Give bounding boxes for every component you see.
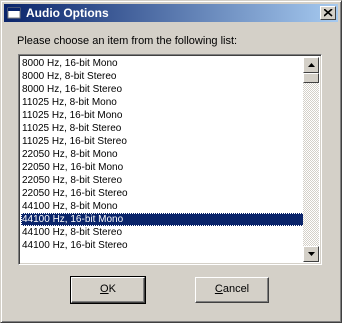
ok-button[interactable]: OK (70, 276, 146, 304)
list-items: 8000 Hz, 16-bit Mono 8000 Hz, 8-bit Stere… (21, 57, 305, 252)
audio-format-listbox[interactable]: 8000 Hz, 16-bit Mono 8000 Hz, 8-bit Stere… (18, 54, 322, 265)
list-item-selected[interactable]: 44100 Hz, 16-bit Mono (21, 213, 305, 226)
vertical-scrollbar[interactable] (303, 57, 319, 262)
scroll-down-button[interactable] (303, 246, 319, 262)
scrollbar-track[interactable] (303, 57, 319, 262)
list-item[interactable]: 11025 Hz, 16-bit Mono (21, 109, 305, 122)
ok-label-mnemonic: O (100, 283, 109, 295)
close-button[interactable] (320, 6, 336, 20)
list-item[interactable]: 22050 Hz, 16-bit Stereo (21, 187, 305, 200)
list-item[interactable]: 22050 Hz, 16-bit Mono (21, 161, 305, 174)
cancel-label-suffix: ancel (222, 283, 250, 295)
list-item[interactable]: 11025 Hz, 8-bit Stereo (21, 122, 305, 135)
scrollbar-thumb[interactable] (303, 73, 319, 83)
list-prompt: Please choose an item from the following… (17, 35, 238, 47)
close-icon (324, 9, 333, 17)
list-item[interactable]: 11025 Hz, 16-bit Stereo (21, 135, 305, 148)
list-item[interactable]: 8000 Hz, 16-bit Stereo (21, 83, 305, 96)
list-item[interactable]: 8000 Hz, 16-bit Mono (21, 57, 305, 70)
list-item[interactable]: 44100 Hz, 8-bit Stereo (21, 226, 305, 239)
list-item[interactable]: 22050 Hz, 8-bit Stereo (21, 174, 305, 187)
arrow-down-icon (308, 252, 315, 256)
title-bar[interactable]: Audio Options (4, 4, 338, 22)
ok-label-suffix: K (108, 283, 116, 295)
arrow-up-icon (308, 63, 315, 67)
scroll-up-button[interactable] (303, 57, 319, 73)
list-item[interactable]: 11025 Hz, 8-bit Mono (21, 96, 305, 109)
cancel-label-mnemonic: C (214, 283, 223, 295)
list-item[interactable]: 8000 Hz, 8-bit Stereo (21, 70, 305, 83)
app-window-icon (7, 6, 21, 20)
window-title: Audio Options (26, 6, 109, 20)
audio-options-dialog: Audio Options Please choose an item from… (0, 0, 342, 323)
list-item[interactable]: 44100 Hz, 8-bit Mono (21, 200, 305, 213)
cancel-button[interactable]: Cancel (195, 277, 269, 303)
list-item[interactable]: 44100 Hz, 16-bit Stereo (21, 239, 305, 252)
list-item[interactable]: 22050 Hz, 8-bit Mono (21, 148, 305, 161)
